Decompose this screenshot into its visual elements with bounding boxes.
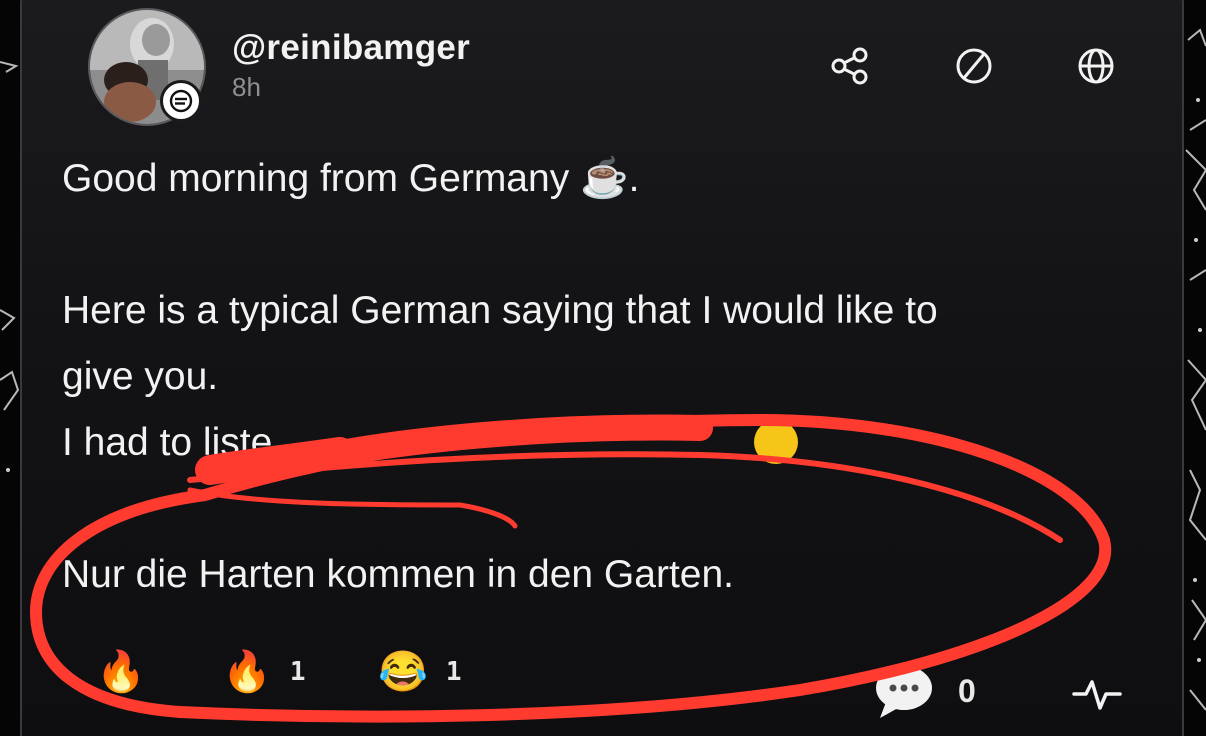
activity-pulse-icon[interactable] — [1072, 676, 1122, 717]
avatar[interactable] — [88, 8, 206, 126]
reaction-count: 1 — [289, 656, 306, 687]
timestamp: 8h — [232, 72, 261, 102]
post-line-intro-2: give you. — [62, 355, 219, 398]
block-icon[interactable] — [954, 46, 994, 86]
post-line-greeting: Good morning from Germany ☕️. — [62, 157, 640, 200]
threads-badge-icon — [169, 89, 193, 113]
post-line-saying: Nur die Harten kommen in den Garten. — [62, 553, 734, 596]
globe-icon[interactable] — [1076, 46, 1116, 86]
speech-bubble-icon — [876, 666, 932, 718]
screen: @reinibamger 8h Good morning from German… — [0, 0, 1206, 736]
comment-count: 0 — [958, 672, 976, 709]
laughing-emoji-icon: 😂 — [378, 650, 428, 694]
comments-button[interactable]: 0 — [872, 662, 976, 720]
share-icon[interactable] — [830, 46, 870, 86]
post-line-intro-1: Here is a typical German saying that I w… — [62, 289, 938, 332]
reaction-laugh-count[interactable]: 😂 1 — [378, 648, 461, 695]
reaction-count: 1 — [445, 656, 462, 687]
post-line-partial: I had to liste — [62, 421, 273, 464]
reaction-fire[interactable]: 🔥 — [96, 648, 146, 695]
fire-emoji-icon: 🔥 — [96, 650, 146, 694]
fire-emoji-icon: 🔥 — [222, 650, 272, 694]
reaction-fire-count[interactable]: 🔥 1 — [222, 648, 305, 695]
verified-badge — [160, 80, 202, 122]
username[interactable]: @reinibamger — [232, 28, 470, 68]
